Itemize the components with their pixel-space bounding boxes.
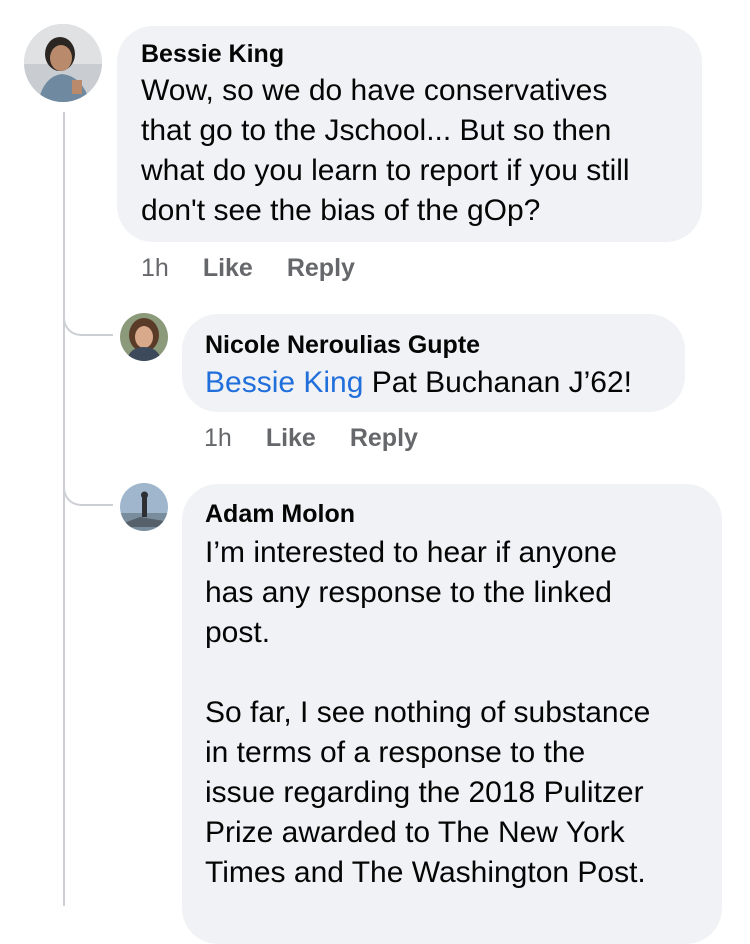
comment-bubble: Bessie King Wow, so we do have conservat… xyxy=(117,26,702,242)
thread-line xyxy=(63,112,65,906)
like-button[interactable]: Like xyxy=(203,254,253,283)
reply-button[interactable]: Reply xyxy=(287,254,355,283)
mention-link[interactable]: Bessie King xyxy=(205,366,363,399)
comment-author[interactable]: Nicole Neroulias Gupte xyxy=(205,330,685,360)
avatar-bessie-king[interactable] xyxy=(24,24,102,102)
avatar-nicole-neroulias-gupte[interactable] xyxy=(120,313,168,361)
comment-author[interactable]: Bessie King xyxy=(141,39,702,69)
reply-connector xyxy=(63,310,113,336)
comment-bubble: Adam Molon I’m interested to hear if any… xyxy=(182,484,722,944)
comment-text: Bessie King Pat Buchanan J’62! xyxy=(205,363,685,403)
comment-bubble: Nicole Neroulias Gupte Bessie King Pat B… xyxy=(182,314,685,412)
like-button[interactable]: Like xyxy=(266,424,316,453)
comment-actions: 1h Like Reply xyxy=(204,424,452,453)
comment-text: I’m interested to hear if anyone has any… xyxy=(205,536,651,889)
comment-timestamp[interactable]: 1h xyxy=(204,424,232,453)
comment-timestamp[interactable]: 1h xyxy=(141,254,169,283)
avatar-adam-molon[interactable] xyxy=(120,483,168,531)
reply-connector xyxy=(63,480,113,506)
comment-text-body: Pat Buchanan J’62! xyxy=(363,366,632,399)
comment-author[interactable]: Adam Molon xyxy=(205,499,722,529)
comment-text: Wow, so we do have conservatives that go… xyxy=(141,74,630,227)
comment-actions: 1h Like Reply xyxy=(141,254,389,283)
reply-button[interactable]: Reply xyxy=(350,424,418,453)
